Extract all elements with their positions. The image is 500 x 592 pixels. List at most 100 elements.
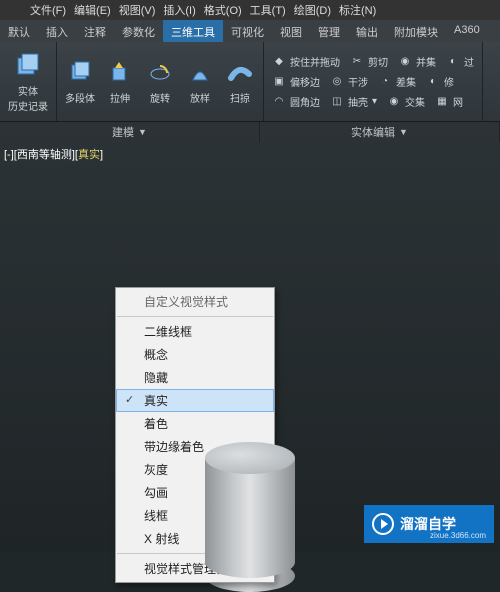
btn-sweep[interactable]: 扫掠 bbox=[221, 56, 259, 107]
lbl: 并集 bbox=[416, 54, 436, 69]
ribbon-tabs: 默认 插入 注释 参数化 三维工具 可视化 视图 管理 输出 附加模块 A360 bbox=[0, 20, 500, 42]
menu-dim[interactable]: 标注(N) bbox=[339, 2, 376, 18]
ribbon: 实体 历史记录 多段体 拉伸 旋转 放样 扫掠 ◆ 按住并拖动 ✂ 剪切 bbox=[0, 42, 500, 122]
revolve-icon bbox=[145, 58, 175, 88]
btn-label: 放样 bbox=[190, 90, 210, 105]
group-label: 实体编辑 bbox=[351, 124, 395, 140]
btn-interfere[interactable]: ◎ 干涉 bbox=[328, 73, 370, 91]
menu-header: 自定义视觉样式 bbox=[116, 290, 274, 313]
presspull-icon: ◆ bbox=[272, 55, 286, 69]
vp-visual-style[interactable]: 真实 bbox=[78, 149, 100, 161]
vp-projection[interactable]: 西南等轴测 bbox=[17, 149, 72, 161]
lbl: 交集 bbox=[405, 94, 425, 109]
btn-fillet-edge[interactable]: ◠ 圆角边 bbox=[270, 93, 322, 111]
subtract-icon: ◔ bbox=[378, 75, 392, 89]
menu-separator bbox=[117, 316, 273, 317]
tab-a360[interactable]: A360 bbox=[446, 20, 488, 42]
btn-slice[interactable]: ✂ 剪切 bbox=[348, 53, 390, 71]
lbl: 差集 bbox=[396, 74, 416, 89]
menu-item-shaded[interactable]: 着色 bbox=[116, 412, 274, 435]
btn-more1[interactable]: ◐过 bbox=[444, 53, 476, 71]
lbl: 按住并拖动 bbox=[290, 54, 340, 69]
menu-bar: 文件(F) 编辑(E) 视图(V) 插入(I) 格式(O) 工具(T) 绘图(D… bbox=[0, 0, 500, 20]
menu-item-conceptual[interactable]: 概念 bbox=[116, 343, 274, 366]
tab-parametric[interactable]: 参数化 bbox=[114, 20, 163, 42]
lbl: 圆角边 bbox=[290, 94, 320, 109]
icon: ◐ bbox=[426, 75, 440, 89]
menu-item-hidden[interactable]: 隐藏 bbox=[116, 366, 274, 389]
menu-item-realistic[interactable]: ✓ 真实 bbox=[116, 389, 274, 412]
btn-shell[interactable]: ◫抽壳▾ bbox=[328, 93, 379, 111]
cylinder-solid[interactable] bbox=[205, 442, 295, 592]
group-solid-edit[interactable]: 实体编辑▼ bbox=[260, 122, 500, 142]
btn-subtract[interactable]: ◔ 差集 bbox=[376, 73, 418, 91]
group-modeling[interactable]: 建模▼ bbox=[0, 122, 260, 142]
fillet-icon: ◠ bbox=[272, 95, 286, 109]
cylinder-side bbox=[205, 458, 295, 578]
icon: ▦ bbox=[435, 95, 449, 109]
tab-default[interactable]: 默认 bbox=[0, 20, 38, 42]
btn-revolve[interactable]: 旋转 bbox=[141, 56, 179, 107]
lbl: 偏移边 bbox=[290, 74, 320, 89]
menu-tools[interactable]: 工具(T) bbox=[250, 2, 286, 18]
tab-annotate[interactable]: 注释 bbox=[76, 20, 114, 42]
viewport-label[interactable]: [-][西南等轴测][真实] bbox=[4, 146, 103, 162]
btn-label: 扫掠 bbox=[230, 90, 250, 105]
sweep-icon bbox=[225, 58, 255, 88]
tab-manage[interactable]: 管理 bbox=[310, 20, 348, 42]
polysolid-icon bbox=[65, 58, 95, 88]
menu-insert[interactable]: 插入(I) bbox=[163, 2, 195, 18]
tab-output[interactable]: 输出 bbox=[348, 20, 386, 42]
btn-loft[interactable]: 放样 bbox=[181, 56, 219, 107]
menu-view[interactable]: 视图(V) bbox=[119, 2, 156, 18]
btn-polysolid[interactable]: 多段体 bbox=[61, 56, 99, 107]
btn-solid-history[interactable]: 实体 历史记录 bbox=[4, 49, 52, 115]
tab-view[interactable]: 视图 bbox=[272, 20, 310, 42]
intersect-icon: ◉ bbox=[387, 95, 401, 109]
btn-more2[interactable]: ◐修 bbox=[424, 73, 456, 91]
play-icon bbox=[372, 513, 394, 535]
group-label: 建模 bbox=[112, 124, 134, 140]
lbl: 网 bbox=[453, 94, 463, 109]
mi-label: 真实 bbox=[144, 394, 168, 408]
vp-bracket: ] bbox=[100, 149, 103, 161]
icon: ◐ bbox=[446, 55, 460, 69]
btn-more3[interactable]: ▦网 bbox=[433, 93, 465, 111]
lbl: 抽壳 bbox=[348, 94, 368, 109]
ribbon-group-labels: 建模▼ 实体编辑▼ bbox=[0, 122, 500, 142]
btn-offset-edge[interactable]: ▣ 偏移边 bbox=[270, 73, 322, 91]
btn-presspull[interactable]: ◆ 按住并拖动 bbox=[270, 53, 342, 71]
solid-history-icon bbox=[13, 51, 43, 81]
lbl: 修 bbox=[444, 74, 454, 89]
menu-file[interactable]: 文件(F) bbox=[30, 2, 66, 18]
tab-addin[interactable]: 附加模块 bbox=[386, 20, 446, 42]
tab-visualize[interactable]: 可视化 bbox=[223, 20, 272, 42]
btn-label: 拉伸 bbox=[110, 90, 130, 105]
vp-bracket: [-][ bbox=[4, 149, 17, 161]
tab-3dtools[interactable]: 三维工具 bbox=[163, 20, 223, 42]
tab-insert[interactable]: 插入 bbox=[38, 20, 76, 42]
btn-intersect[interactable]: ◉ 交集 bbox=[385, 93, 427, 111]
drawing-canvas[interactable]: [-][西南等轴测][真实] 自定义视觉样式 二维线框 概念 隐藏 ✓ 真实 着色… bbox=[0, 142, 500, 551]
extrude-icon bbox=[105, 58, 135, 88]
lbl: 干涉 bbox=[348, 74, 368, 89]
brand-url: zixue.3d66.com bbox=[430, 531, 486, 540]
union-icon: ◉ bbox=[398, 55, 412, 69]
btn-extrude[interactable]: 拉伸 bbox=[101, 56, 139, 107]
btn-label: 实体 历史记录 bbox=[8, 83, 48, 113]
menu-item-2d-wireframe[interactable]: 二维线框 bbox=[116, 320, 274, 343]
lbl: 过 bbox=[464, 54, 474, 69]
cylinder-top-face bbox=[205, 442, 295, 474]
loft-icon bbox=[185, 58, 215, 88]
btn-union[interactable]: ◉ 并集 bbox=[396, 53, 438, 71]
slice-icon: ✂ bbox=[350, 55, 364, 69]
shell-icon: ◫ bbox=[330, 95, 344, 109]
check-icon: ✓ bbox=[125, 393, 134, 406]
offset-icon: ▣ bbox=[272, 75, 286, 89]
btn-label: 多段体 bbox=[65, 90, 95, 105]
lbl: 剪切 bbox=[368, 54, 388, 69]
interfere-icon: ◎ bbox=[330, 75, 344, 89]
menu-format[interactable]: 格式(O) bbox=[204, 2, 242, 18]
menu-draw[interactable]: 绘图(D) bbox=[294, 2, 331, 18]
menu-edit[interactable]: 编辑(E) bbox=[74, 2, 111, 18]
